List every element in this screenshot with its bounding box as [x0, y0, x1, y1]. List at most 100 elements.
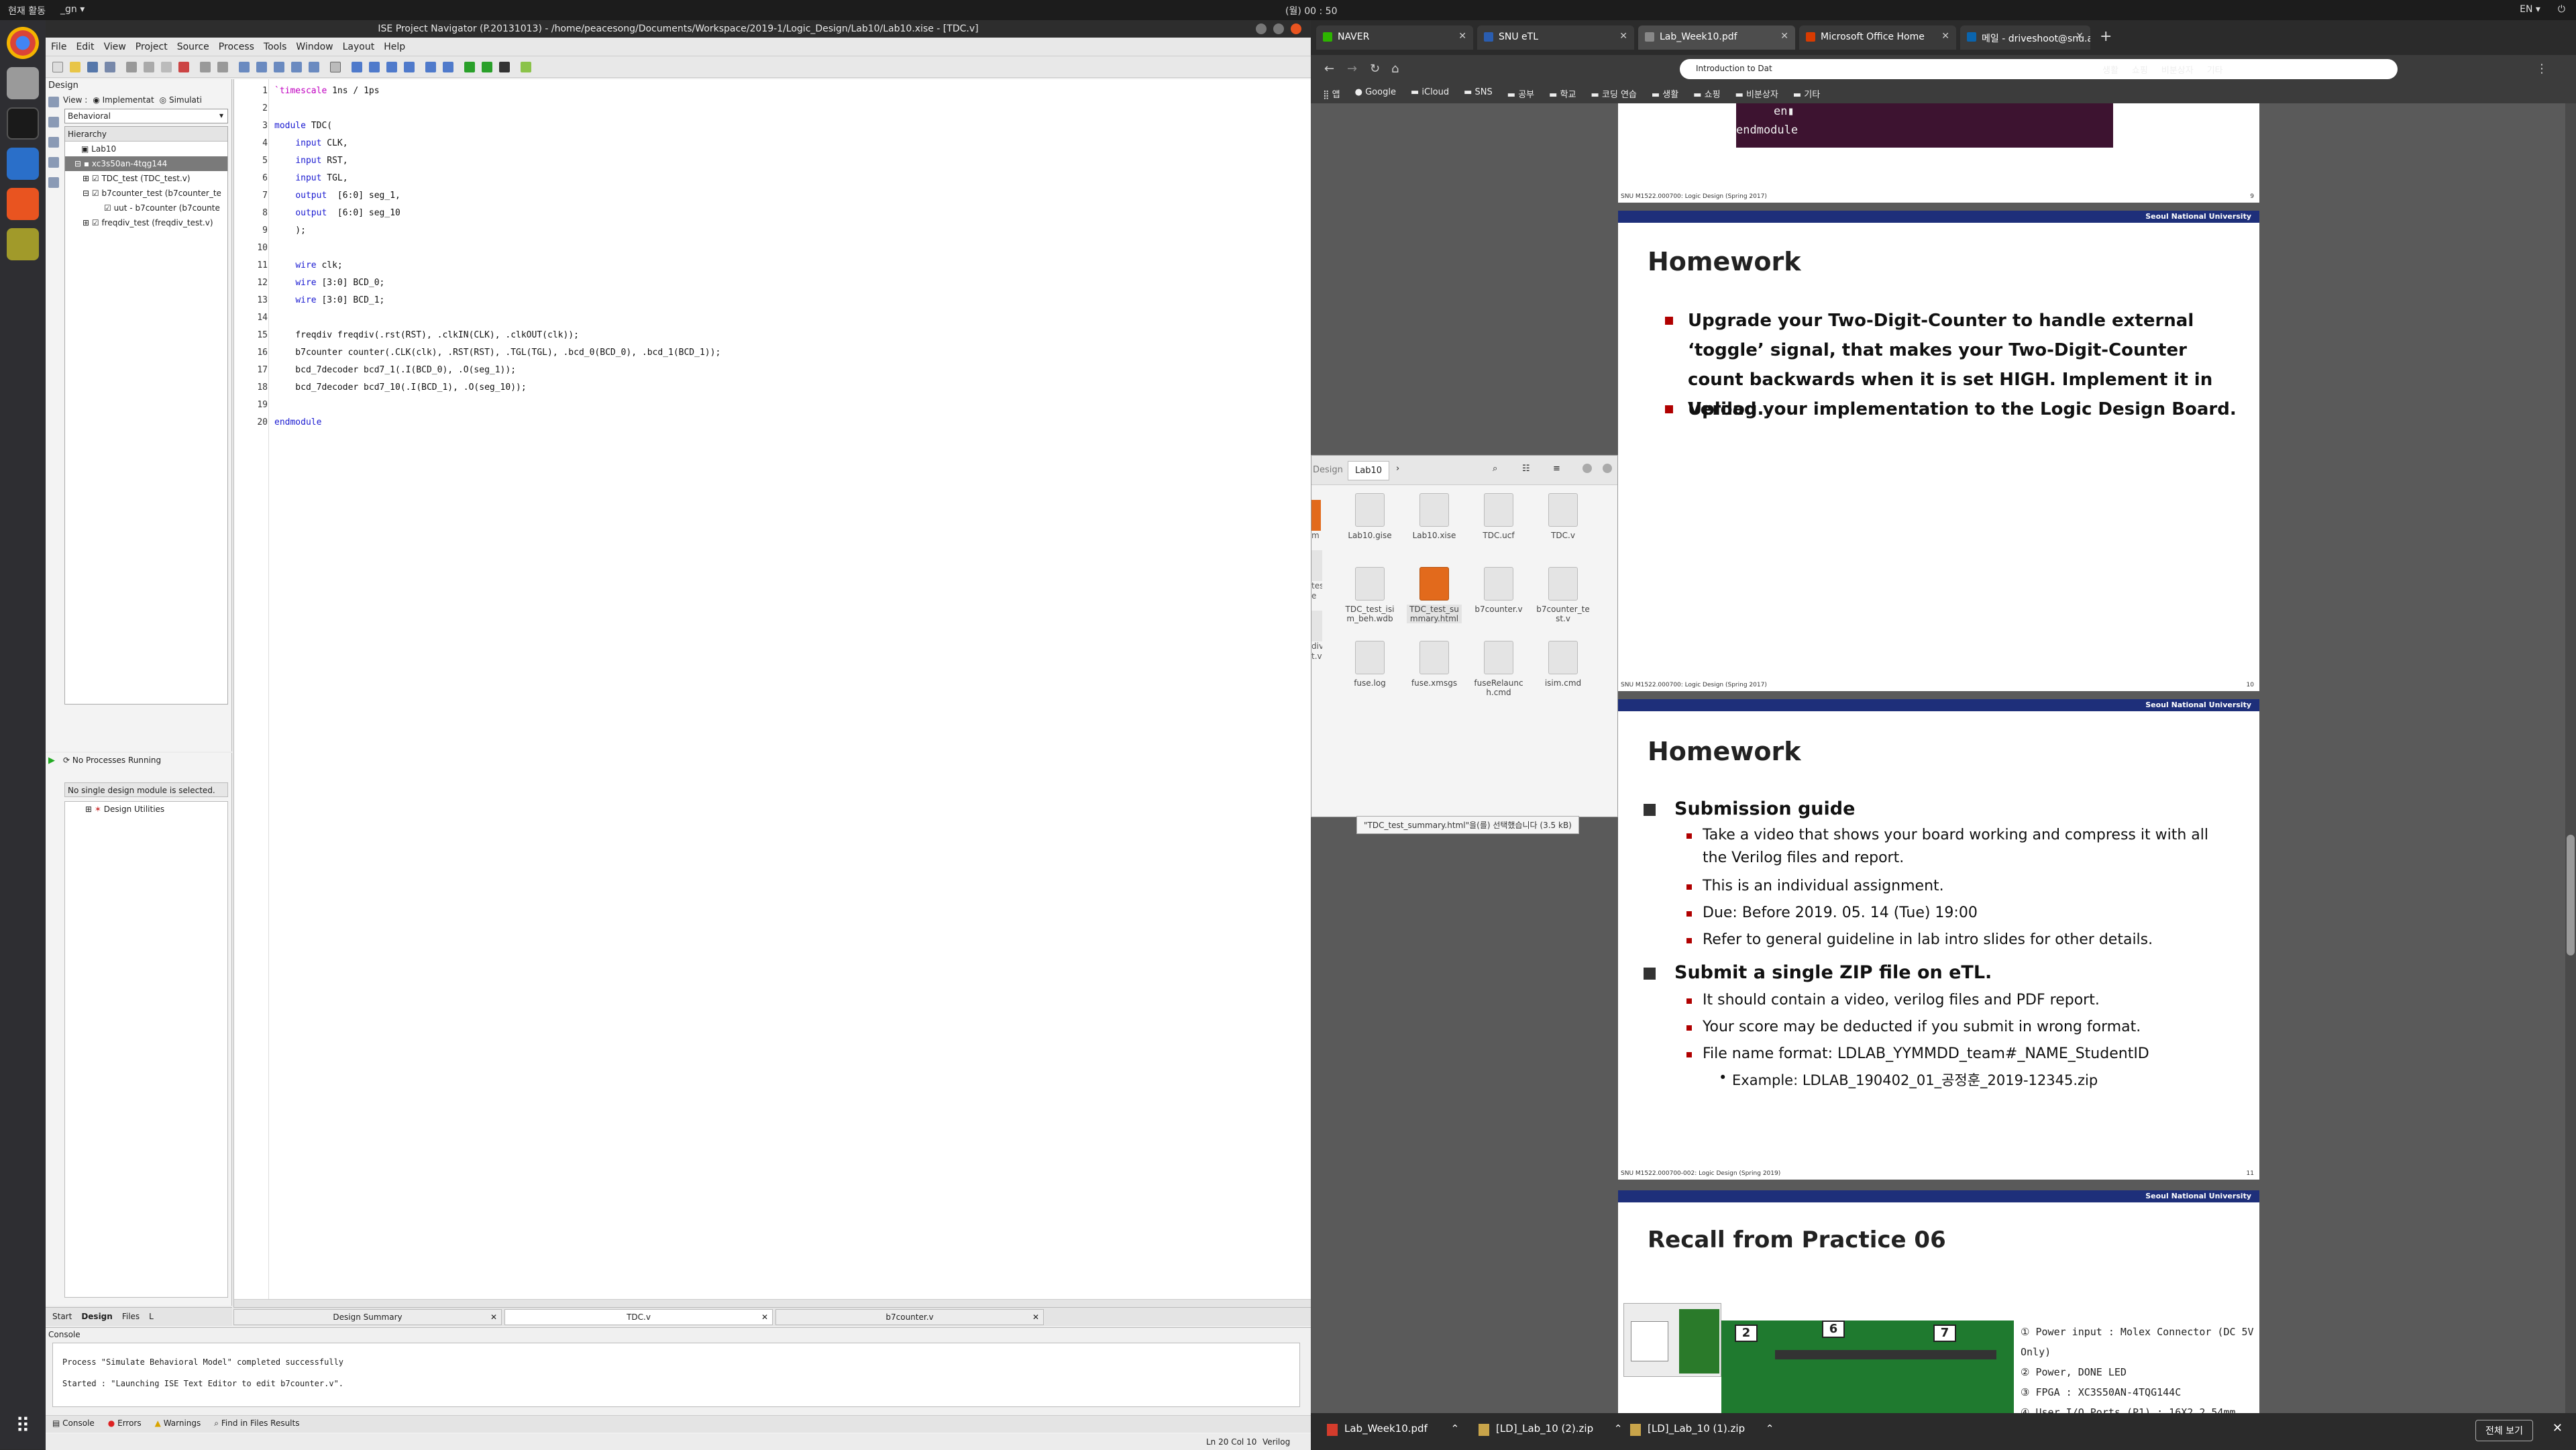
properties-icon[interactable]	[48, 157, 59, 168]
menu-view[interactable]: View	[104, 42, 126, 52]
show-all-downloads-button[interactable]: 전체 보기	[2475, 1420, 2533, 1441]
writer-launcher-icon[interactable]	[7, 148, 39, 180]
tab-console[interactable]: ▤ Console	[52, 1418, 95, 1430]
find-next-icon[interactable]	[256, 62, 267, 72]
download-item[interactable]: [LD]_Lab_10 (2).zip ⌃	[1479, 1422, 1623, 1436]
sim-model-select[interactable]: Behavioral ▾	[64, 109, 228, 123]
add-copy-source-icon[interactable]	[48, 137, 59, 148]
back-icon[interactable]: ←	[1324, 62, 1334, 76]
close-tab-icon[interactable]: ✕	[1941, 31, 1949, 42]
bookmark-folder[interactable]: 기타	[2207, 63, 2223, 83]
bookmark-item[interactable]: ▬ 코딩 연습	[1591, 87, 1636, 100]
bookmark-item[interactable]: ▬ iCloud	[1411, 87, 1449, 99]
bookmark-folder[interactable]: 쇼핑	[2132, 63, 2148, 83]
tab-errors[interactable]: ● Errors	[108, 1418, 142, 1430]
bookmark-folder[interactable]: 비분상자	[2161, 63, 2194, 83]
hierarchy-tool-icon[interactable]	[48, 97, 59, 107]
bookmark-folder[interactable]: 생활	[2102, 63, 2118, 83]
bookmark-item[interactable]: ▬ 기타	[1793, 87, 1820, 100]
maximize-icon[interactable]	[1273, 23, 1284, 34]
new-file-icon[interactable]	[52, 62, 63, 72]
bookmark-item[interactable]: ▬ 학교	[1549, 87, 1576, 100]
tab-b7counter-v[interactable]: b7counter.v ✕	[775, 1309, 1044, 1325]
download-item[interactable]: [LD]_Lab_10 (1).zip ⌃	[1630, 1422, 1774, 1436]
add-source-icon[interactable]	[48, 117, 59, 127]
chevron-up-icon[interactable]: ⌃	[1614, 1422, 1623, 1435]
lightbulb-icon[interactable]	[521, 62, 531, 72]
chrome-tab[interactable]: SNU eTL ✕	[1477, 25, 1634, 50]
file-item[interactable]: fuseRelaunch.cmd	[1471, 641, 1526, 697]
chrome-tab[interactable]: 메일 - driveshoot@snu.ac ✕	[1960, 25, 2090, 50]
file-item[interactable]: TDC_test_isim_beh.wdb	[1342, 567, 1397, 623]
tab-design[interactable]: Design	[81, 1312, 113, 1322]
run-all-icon[interactable]	[482, 62, 492, 72]
copy-icon[interactable]	[144, 62, 154, 72]
pdf-viewer[interactable]: en▮ endmodule SNU M1522.000700: Logic De…	[1311, 103, 2576, 1413]
menu-window[interactable]: Window	[296, 42, 333, 52]
tree-item-project[interactable]: ▣ Lab10	[65, 142, 227, 156]
comment-icon[interactable]	[386, 62, 397, 72]
file-item[interactable]: b7counter_test.v	[1536, 567, 1591, 623]
file-icon[interactable]	[1311, 611, 1322, 641]
language-templates-icon[interactable]	[425, 62, 436, 72]
layout-toggle-icon[interactable]	[330, 62, 341, 72]
close-tab-icon[interactable]: ✕	[1032, 1312, 1039, 1322]
console-output[interactable]: Process "Simulate Behavioral Model" comp…	[52, 1343, 1300, 1407]
close-tab-icon[interactable]: ✕	[1458, 31, 1466, 42]
bookmark-item[interactable]: ▬ 공부	[1507, 87, 1534, 100]
close-icon[interactable]	[1291, 23, 1301, 34]
find-icon[interactable]	[239, 62, 250, 72]
menu-file[interactable]: File	[51, 42, 66, 52]
search-icon[interactable]: ⌕	[1493, 464, 1497, 474]
scroll-thumb[interactable]	[2567, 835, 2575, 955]
tab-warnings[interactable]: ▲ Warnings	[155, 1418, 201, 1430]
power-icon[interactable]: ⏻	[2558, 4, 2565, 15]
bookmark-icon[interactable]	[309, 62, 319, 72]
breadcrumb-next-icon[interactable]: ›	[1396, 464, 1399, 474]
uncomment-icon[interactable]	[404, 62, 415, 72]
file-item[interactable]: TDC_test_summary.html	[1407, 567, 1462, 623]
open-folder-icon[interactable]	[70, 62, 80, 72]
run-icon[interactable]	[464, 62, 475, 72]
close-tab-icon[interactable]: ✕	[761, 1312, 768, 1322]
menu-edit[interactable]: Edit	[76, 42, 94, 52]
address-bar[interactable]: Introduction to Dat	[1680, 59, 2398, 79]
bookmark-item[interactable]: ▬ 생활	[1652, 87, 1678, 100]
bookmark-item[interactable]: ● Google	[1355, 87, 1396, 99]
bookmark-item[interactable]: ▬ 쇼핑	[1693, 87, 1720, 100]
file-item[interactable]: isim.cmd	[1536, 641, 1591, 688]
tree-item-device[interactable]: ⊟ ▪ xc3s50an-4tqg144	[65, 156, 227, 171]
file-item[interactable]: b7counter.v	[1471, 567, 1526, 614]
tab-find-results[interactable]: ⌕ Find in Files Results	[214, 1418, 299, 1430]
chevron-up-icon[interactable]: ⌃	[1766, 1422, 1774, 1435]
minimize-icon[interactable]	[1256, 23, 1267, 34]
save-all-icon[interactable]	[105, 62, 115, 72]
save-icon[interactable]	[87, 62, 98, 72]
close-tab-icon[interactable]: ✕	[1619, 31, 1627, 42]
run-process-icon[interactable]: ▶	[48, 756, 55, 766]
breadcrumb-design[interactable]: Design	[1313, 465, 1343, 475]
menu-source[interactable]: Source	[177, 42, 209, 52]
implementation-radio[interactable]: ◉ Implementat	[93, 95, 154, 105]
remove-source-icon[interactable]	[48, 177, 59, 188]
help-context-icon[interactable]	[443, 62, 453, 72]
download-item[interactable]: Lab_Week10.pdf ⌃	[1327, 1422, 1459, 1436]
file-icon[interactable]	[1311, 550, 1322, 581]
bookmark-item[interactable]: ▬ SNS	[1464, 87, 1493, 99]
tree-item-uut[interactable]: ☑ uut - b7counter (b7counte	[65, 201, 227, 215]
tab-start[interactable]: Start	[52, 1312, 72, 1322]
menu-layout[interactable]: Layout	[343, 42, 375, 52]
breadcrumb-lab10[interactable]: Lab10	[1348, 461, 1390, 480]
indent-icon[interactable]	[352, 62, 362, 72]
close-tab-icon[interactable]: ✕	[490, 1312, 497, 1322]
tree-item-b7counter-test[interactable]: ⊟ ☑ b7counter_test (b7counter_te	[65, 186, 227, 201]
bookmark-item[interactable]: ⣿ 앱	[1323, 87, 1340, 100]
forward-icon[interactable]: →	[1347, 62, 1357, 76]
tab-files[interactable]: Files	[122, 1312, 140, 1322]
terminal-launcher-icon[interactable]	[7, 107, 39, 140]
file-item[interactable]: TDC.v	[1536, 493, 1591, 540]
hamburger-menu-icon[interactable]: ≡	[1553, 464, 1560, 474]
file-item[interactable]: TDC.ucf	[1471, 493, 1526, 540]
tab-design-summary[interactable]: Design Summary ✕	[233, 1309, 502, 1325]
menu-kebab-icon[interactable]: ⋮	[2536, 62, 2548, 76]
